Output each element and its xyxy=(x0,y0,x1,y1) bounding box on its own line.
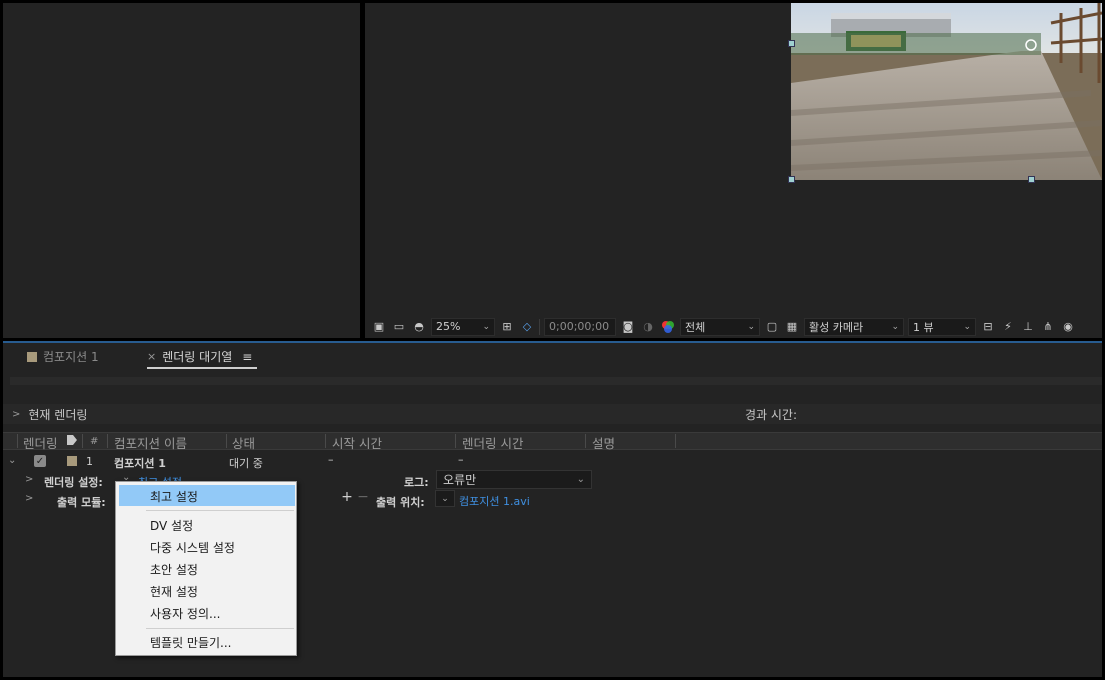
panel-focus-line xyxy=(3,341,1102,343)
zoom-value: 25% xyxy=(436,320,461,333)
fast-preview-icon[interactable]: ⚡ xyxy=(1000,319,1016,335)
output-file-link[interactable]: 컴포지션 1.avi xyxy=(459,493,530,509)
log-dropdown[interactable]: 오류만 ⌄ xyxy=(436,470,592,489)
toggle-pixel-aspect-icon[interactable]: ⊟ xyxy=(980,319,996,335)
item-composition-name[interactable]: 컴포지션 1 xyxy=(114,455,166,471)
item-start-time: – xyxy=(328,453,334,466)
divider xyxy=(539,318,540,335)
header-render-time[interactable]: 렌더링 시간 xyxy=(462,433,523,452)
transparency-grid-icon[interactable]: ◇ xyxy=(519,319,535,335)
menu-item-current-settings[interactable]: 현재 설정 xyxy=(150,583,198,600)
transform-handle[interactable] xyxy=(1028,176,1035,183)
active-tab-indicator xyxy=(147,367,257,369)
chevron-down-icon: ⌄ xyxy=(963,321,971,332)
composition-icon xyxy=(27,351,37,362)
views-dropdown[interactable]: 1 뷰 ⌄ xyxy=(908,317,976,336)
camera-dropdown[interactable]: 활성 카메라 ⌄ xyxy=(804,317,904,336)
panel-menu-icon[interactable]: ≡ xyxy=(242,350,252,364)
close-icon[interactable]: × xyxy=(147,350,156,363)
chevron-down-icon: ⌄ xyxy=(441,493,449,504)
always-preview-icon[interactable]: ▣ xyxy=(371,319,387,335)
remove-output-module-icon[interactable]: − xyxy=(356,490,370,504)
menu-separator xyxy=(146,628,294,629)
viewer-toolbar: ▣ ▭ ◓ 25% ⌄ ⊞ ◇ 0;00;00;00 ◙ ◑ 전체 ⌄ ▢ ▦ 활성… xyxy=(365,315,1102,338)
menu-item-highlight xyxy=(119,485,295,506)
composition-preview-image xyxy=(791,3,1102,180)
label-tag-icon[interactable] xyxy=(66,434,78,449)
region-of-interest-icon[interactable]: ▢ xyxy=(764,319,780,335)
current-render-row[interactable]: > 현재 렌더링 경과 시간: xyxy=(3,404,1102,424)
show-snapshot-icon[interactable]: ◑ xyxy=(640,319,656,335)
mask-icon[interactable]: ◓ xyxy=(411,319,427,335)
column-divider xyxy=(107,434,108,448)
header-comment[interactable]: 설명 xyxy=(592,433,615,452)
item-number: 1 xyxy=(86,455,93,468)
chevron-down-icon: ⌄ xyxy=(482,321,490,332)
chevron-down-icon: ⌄ xyxy=(747,321,755,332)
flowchart-icon[interactable]: ⋔ xyxy=(1040,319,1056,335)
render-progress-strip xyxy=(10,377,1102,385)
resolution-value: 전체 xyxy=(685,320,706,334)
header-number[interactable]: # xyxy=(90,436,98,447)
transform-handle[interactable] xyxy=(788,176,795,183)
chevron-down-icon[interactable]: ⌄ xyxy=(8,455,16,466)
menu-item-custom[interactable]: 사용자 정의... xyxy=(150,605,220,622)
column-divider xyxy=(82,434,83,448)
menu-item-best-settings[interactable]: 최고 설정 xyxy=(150,488,198,505)
menu-item-multi-machine-settings[interactable]: 다중 시스템 설정 xyxy=(150,539,235,556)
color-channels-icon[interactable] xyxy=(660,319,676,335)
render-settings-label: 렌더링 설정: xyxy=(44,476,103,489)
menu-item-draft-settings[interactable]: 초안 설정 xyxy=(150,561,198,578)
tab-composition-label: 컴포지션 1 xyxy=(43,350,99,364)
header-render[interactable]: 렌더링 xyxy=(23,433,58,452)
column-divider xyxy=(226,434,227,448)
menu-item-make-template[interactable]: 템플릿 만들기... xyxy=(150,634,232,651)
item-render-time: – xyxy=(458,453,464,466)
output-module-label: 출력 모듈: xyxy=(57,496,106,509)
elapsed-time-label: 경과 시간: xyxy=(745,407,798,422)
chevron-right-icon[interactable]: > xyxy=(12,409,20,420)
grid-icon[interactable]: ⊞ xyxy=(499,319,515,335)
header-composition-name[interactable]: 컴포지션 이름 xyxy=(114,433,187,452)
monitor-icon[interactable]: ▭ xyxy=(391,319,407,335)
transparency-icon[interactable]: ▦ xyxy=(784,319,800,335)
menu-separator xyxy=(146,510,294,511)
chevron-down-icon: ⌄ xyxy=(576,474,585,485)
label-color-swatch[interactable] xyxy=(67,456,77,466)
column-divider xyxy=(585,434,586,448)
resolution-dropdown[interactable]: 전체 ⌄ xyxy=(680,317,760,336)
transform-handle[interactable] xyxy=(788,40,795,47)
current-render-label: 현재 렌더링 xyxy=(28,407,88,422)
camera-value: 활성 카메라 xyxy=(809,320,864,334)
item-status: 대기 중 xyxy=(229,457,263,470)
log-label: 로그: xyxy=(404,476,429,489)
output-to-dropdown[interactable]: ⌄ xyxy=(435,490,455,507)
zoom-dropdown[interactable]: 25% ⌄ xyxy=(431,317,495,336)
timecode-field[interactable]: 0;00;00;00 xyxy=(544,317,616,336)
column-divider xyxy=(455,434,456,448)
chevron-down-icon: ⌄ xyxy=(891,321,899,332)
header-status[interactable]: 상태 xyxy=(232,433,255,452)
column-divider xyxy=(325,434,326,448)
timeline-icon[interactable]: ⊥ xyxy=(1020,319,1036,335)
column-divider xyxy=(17,434,18,448)
menu-item-dv-settings[interactable]: DV 설정 xyxy=(150,517,193,534)
tab-render-queue-label: 렌더링 대기열 xyxy=(162,350,233,364)
header-start-time[interactable]: 시작 시간 xyxy=(332,433,382,452)
timecode-value: 0;00;00;00 xyxy=(549,320,610,333)
camera-snapshot-icon[interactable]: ◙ xyxy=(620,319,636,335)
views-value: 1 뷰 xyxy=(913,320,934,334)
chevron-right-icon[interactable]: > xyxy=(25,493,33,504)
render-settings-menu: 최고 설정 DV 설정 다중 시스템 설정 초안 설정 현재 설정 사용자 정의… xyxy=(115,481,297,656)
exposure-reset-icon[interactable]: ◉ xyxy=(1060,319,1076,335)
add-output-module-icon[interactable]: + xyxy=(340,490,354,504)
tab-render-queue[interactable]: × 렌더링 대기열 ≡ xyxy=(147,348,252,365)
render-checkbox[interactable]: ✓ xyxy=(34,455,46,467)
chevron-right-icon[interactable]: > xyxy=(25,474,33,485)
output-to-label: 출력 위치: xyxy=(376,496,425,509)
log-value: 오류만 xyxy=(443,473,477,487)
column-divider xyxy=(675,434,676,448)
tab-composition[interactable]: 컴포지션 1 xyxy=(27,348,99,365)
project-panel xyxy=(3,3,360,338)
